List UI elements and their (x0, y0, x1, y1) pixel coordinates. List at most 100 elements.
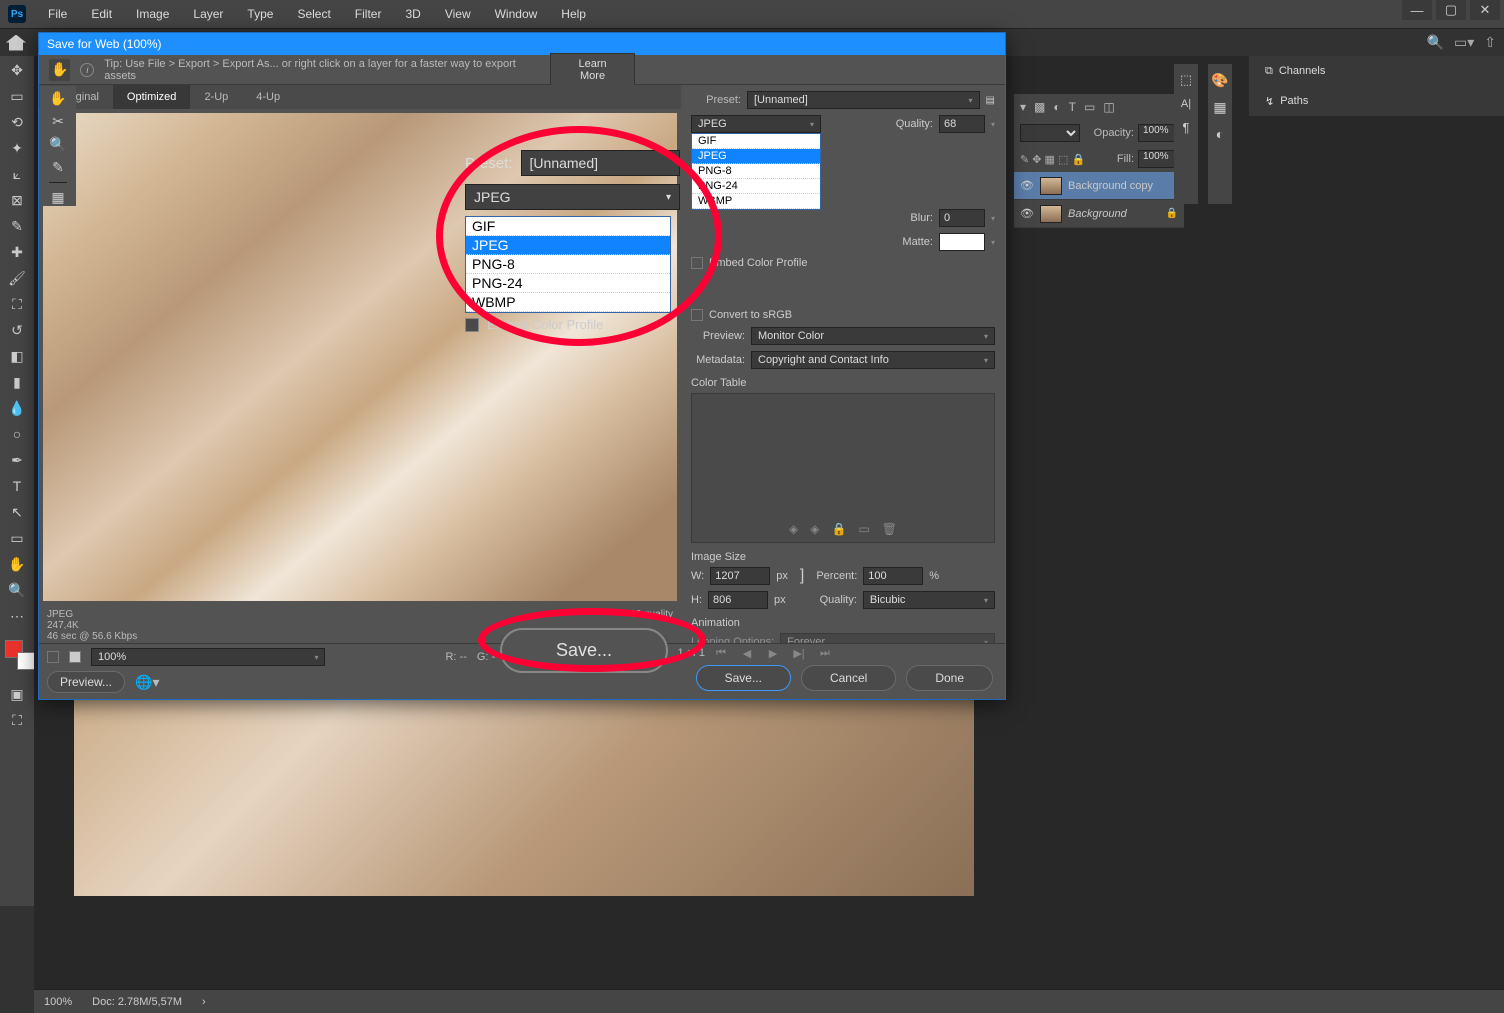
menu-view[interactable]: View (435, 3, 481, 25)
zoom-tool[interactable]: 🔍 (5, 580, 29, 600)
background-color[interactable] (17, 652, 35, 670)
preview-select[interactable]: Monitor Color▾ (751, 327, 995, 345)
sfw-slice-tool[interactable]: ✂ (46, 113, 70, 130)
move-tool[interactable]: ✥ (5, 60, 29, 80)
tab-4up[interactable]: 4-Up (242, 85, 294, 109)
tab-2up[interactable]: 2-Up (190, 85, 242, 109)
format-option-png8[interactable]: PNG-8 (692, 164, 820, 179)
format-option-wbmp[interactable]: WBMP (692, 194, 820, 209)
menu-image[interactable]: Image (126, 3, 179, 25)
visibility-icon[interactable]: 👁 (1020, 207, 1034, 221)
visibility-icon[interactable]: 👁 (1020, 179, 1034, 193)
prev-frame[interactable]: ◀ (737, 645, 757, 661)
maximize-button[interactable]: ▢ (1436, 0, 1466, 20)
swatches-icon[interactable]: ▦ (1213, 99, 1226, 116)
more-tools[interactable]: ⋯ (5, 606, 29, 626)
matte-swatch[interactable] (939, 233, 985, 251)
menu-window[interactable]: Window (485, 3, 548, 25)
convert-checkbox[interactable] (691, 309, 703, 321)
hand-tool[interactable]: ✋ (5, 554, 29, 574)
character-panel-icon[interactable]: ¶ (1183, 120, 1190, 135)
browser-icon[interactable]: 🌐▾ (135, 674, 159, 691)
percent-input[interactable] (863, 567, 923, 585)
sfw-toggle-slice[interactable]: ▦ (46, 189, 70, 206)
next-frame[interactable]: ▶| (789, 645, 809, 661)
format-option-png24[interactable]: PNG-24 (692, 179, 820, 194)
paths-tab[interactable]: ↯Paths (1257, 91, 1316, 112)
menu-file[interactable]: File (38, 3, 77, 25)
blur-input[interactable] (939, 209, 985, 227)
overlay-option-png24[interactable]: PNG-24 (466, 274, 670, 293)
color-panel-icon[interactable]: ⬚ (1180, 72, 1192, 88)
overlay-format-select[interactable]: JPEG▾ (465, 184, 680, 210)
brush-tool[interactable]: 🖌 (5, 268, 29, 288)
play[interactable]: ▶ (763, 645, 783, 661)
screenmode-tool[interactable]: ⛶ (5, 710, 29, 730)
overlay-preset-select[interactable]: [Unnamed] (521, 150, 680, 176)
channels-tab[interactable]: ⧉Channels (1257, 61, 1333, 82)
type-tool[interactable]: T (5, 476, 29, 496)
menu-3d[interactable]: 3D (395, 3, 430, 25)
quickmask-tool[interactable]: ▣ (5, 684, 29, 704)
link-icon[interactable]: ] (800, 567, 804, 585)
ct-icon[interactable]: ◈ (810, 522, 819, 536)
status-arrow[interactable]: › (202, 996, 206, 1008)
pen-tool[interactable]: ✒ (5, 450, 29, 470)
heal-tool[interactable]: ✚ (5, 242, 29, 262)
format-option-jpeg[interactable]: JPEG (692, 149, 820, 164)
wand-tool[interactable]: ✦ (5, 138, 29, 158)
menu-type[interactable]: Type (237, 3, 283, 25)
quality-input[interactable] (939, 115, 985, 133)
opacity-value[interactable]: 100% (1138, 124, 1178, 142)
overlay-save-button[interactable]: Save... (500, 628, 668, 673)
layer-filter-icon[interactable]: ▾ (1020, 100, 1026, 114)
overlay-option-wbmp[interactable]: WBMP (466, 293, 670, 312)
overlay-embed-checkbox[interactable] (465, 318, 479, 332)
resample-select[interactable]: Bicubic▾ (863, 591, 995, 609)
ct-icon[interactable]: 🗑 (882, 522, 897, 536)
layer-row[interactable]: 👁 Background copy (1014, 172, 1184, 200)
width-input[interactable] (710, 567, 770, 585)
status-zoom[interactable]: 100% (44, 996, 72, 1008)
layer-pixel-icon[interactable]: ▩ (1034, 100, 1045, 114)
stamp-tool[interactable]: ⛶ (5, 294, 29, 314)
sfw-eyedropper-tool[interactable]: ✎ (46, 159, 70, 176)
path-tool[interactable]: ↖ (5, 502, 29, 522)
lasso-tool[interactable]: ⟲ (5, 112, 29, 132)
menu-edit[interactable]: Edit (81, 3, 122, 25)
metadata-select[interactable]: Copyright and Contact Info▾ (751, 351, 995, 369)
ct-icon[interactable]: ◈ (789, 522, 798, 536)
minimize-button[interactable]: — (1402, 0, 1432, 20)
blur-tool[interactable]: 💧 (5, 398, 29, 418)
tab-optimized[interactable]: Optimized (113, 85, 191, 109)
shape-tool[interactable]: ▭ (5, 528, 29, 548)
overlay-option-gif[interactable]: GIF (466, 217, 670, 236)
ct-icon[interactable]: ▭ (858, 522, 869, 536)
cancel-button[interactable]: Cancel (801, 665, 896, 691)
zoom-select[interactable]: 100%▾ (91, 648, 325, 666)
history-brush-tool[interactable]: ↺ (5, 320, 29, 340)
close-button[interactable]: ✕ (1470, 0, 1500, 20)
search-icon[interactable]: 🔍 (1427, 34, 1444, 51)
embed-checkbox[interactable] (691, 257, 703, 269)
home-icon[interactable] (6, 35, 26, 51)
ct-icon[interactable]: 🔒 (831, 522, 846, 536)
layer-smart-icon[interactable]: ◫ (1103, 100, 1114, 114)
slices-check2[interactable] (69, 651, 81, 663)
menu-filter[interactable]: Filter (345, 3, 392, 25)
format-option-gif[interactable]: GIF (692, 134, 820, 149)
paragraph-panel-icon[interactable]: A| (1181, 98, 1191, 110)
format-select[interactable]: JPEG▾ (691, 115, 821, 133)
eraser-tool[interactable]: ◧ (5, 346, 29, 366)
sfw-zoom-tool[interactable]: 🔍 (46, 136, 70, 153)
first-frame[interactable]: ⏮ (711, 645, 731, 661)
preset-menu-icon[interactable]: ▤ (986, 95, 995, 106)
dodge-tool[interactable]: ○ (5, 424, 29, 444)
blend-mode[interactable] (1020, 124, 1080, 142)
hand-icon[interactable]: ✋ (49, 59, 70, 81)
menu-select[interactable]: Select (287, 3, 340, 25)
preview-button[interactable]: Preview... (47, 671, 125, 693)
frame-tool[interactable]: ⊠ (5, 190, 29, 210)
eyedropper-tool[interactable]: ✎ (5, 216, 29, 236)
layer-type-icon[interactable]: T (1069, 100, 1076, 114)
